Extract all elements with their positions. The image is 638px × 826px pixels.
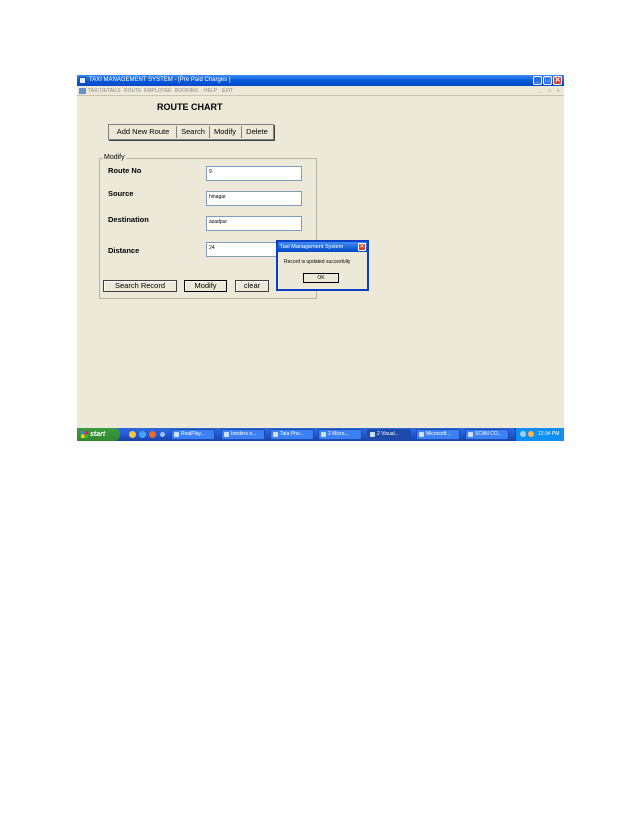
scan-icon bbox=[468, 432, 473, 437]
route-no-input[interactable]: 9 bbox=[206, 166, 302, 181]
tab-search[interactable]: Search bbox=[177, 125, 209, 139]
distance-label: Distance bbox=[108, 246, 140, 255]
title-bar[interactable]: TAXI MANAGEMENT SYSTEM - [Pre Paid Charg… bbox=[77, 75, 564, 86]
maximize-button[interactable]: □ bbox=[543, 76, 552, 85]
ok-button[interactable]: OK bbox=[303, 273, 339, 283]
paint-icon bbox=[419, 432, 424, 437]
page-title: ROUTE CHART bbox=[157, 102, 223, 112]
dialog-close-button[interactable]: ✕ bbox=[358, 243, 366, 251]
taskbar-item-scan-co[interactable]: SCAN CO... bbox=[465, 429, 509, 440]
mdi-restore-button[interactable]: □ bbox=[548, 86, 551, 96]
taskbar-item-microsoft[interactable]: Microsoft... bbox=[416, 429, 460, 440]
modify-group-label: Modify bbox=[103, 154, 126, 161]
menu-route[interactable]: ROUTE bbox=[124, 86, 142, 96]
dialog-message: Record is updated succesfully bbox=[284, 259, 351, 265]
taskbar-item-borders[interactable]: borders o... bbox=[221, 429, 265, 440]
mdi-close-button[interactable]: x bbox=[557, 86, 560, 96]
source-label: Source bbox=[108, 189, 134, 198]
task-label: 2 Visual... bbox=[377, 431, 399, 437]
expand-quick-launch-icon[interactable] bbox=[160, 432, 165, 437]
task-label: Microsoft... bbox=[426, 431, 451, 437]
taskbar-item-visual-basic[interactable]: 2 Visual... bbox=[367, 429, 411, 440]
system-tray: 12:34 PM bbox=[515, 428, 564, 441]
dialog-title-bar[interactable]: Taxi Management System ✕ bbox=[278, 242, 367, 252]
taskbar-item-microsoft-group[interactable]: 2 Micro... bbox=[318, 429, 362, 440]
tab-delete[interactable]: Delete bbox=[242, 125, 272, 139]
tab-add-new-route[interactable]: Add New Route bbox=[111, 125, 175, 139]
task-label: Tata Pho... bbox=[280, 431, 304, 437]
task-label: 2 Micro... bbox=[328, 431, 349, 437]
document-icon bbox=[321, 432, 326, 437]
menu-bar: TAXI DETAILS ROUTE EMPLOYEE BOOKING HELP… bbox=[77, 86, 564, 96]
phone-icon bbox=[273, 432, 278, 437]
tab-modify[interactable]: Modify bbox=[210, 125, 240, 139]
dialog-title: Taxi Management System bbox=[280, 244, 344, 250]
message-dialog: Taxi Management System ✕ Record is updat… bbox=[276, 240, 369, 291]
window-title: TAXI MANAGEMENT SYSTEM - [Pre Paid Charg… bbox=[89, 77, 231, 83]
app-icon bbox=[79, 77, 86, 84]
minimize-button[interactable]: _ bbox=[533, 76, 542, 85]
clear-button[interactable]: clear bbox=[235, 280, 269, 292]
task-label: SCAN CO... bbox=[475, 431, 502, 437]
modify-button[interactable]: Modify bbox=[184, 280, 227, 292]
destination-input[interactable]: azadpur bbox=[206, 216, 302, 231]
task-label: borders o... bbox=[231, 431, 257, 437]
menu-employee[interactable]: EMPLOYEE bbox=[144, 86, 172, 96]
menu-help[interactable]: HELP bbox=[204, 86, 217, 96]
clock: 12:34 PM bbox=[538, 431, 560, 437]
taskbar: start RealPlay... borders o... Tata Pho.… bbox=[77, 428, 564, 441]
internet-explorer-icon[interactable] bbox=[139, 431, 146, 438]
source-input[interactable]: hinagar bbox=[206, 191, 302, 206]
mdi-child-icon bbox=[79, 88, 86, 94]
menu-taxi-details[interactable]: TAXI DETAILS bbox=[88, 86, 121, 96]
close-button[interactable]: ✕ bbox=[553, 76, 562, 85]
media-player-icon[interactable] bbox=[149, 431, 156, 438]
network-icon[interactable] bbox=[520, 431, 526, 437]
browser-icon bbox=[224, 432, 229, 437]
menu-exit[interactable]: EXIT bbox=[222, 86, 233, 96]
search-record-button[interactable]: Search Record bbox=[103, 280, 177, 292]
security-icon[interactable] bbox=[528, 431, 534, 437]
menu-booking[interactable]: BOOKING bbox=[175, 86, 198, 96]
realplayer-icon bbox=[174, 432, 179, 437]
taskbar-item-realplayer[interactable]: RealPlay... bbox=[171, 429, 215, 440]
taskbar-item-tata-phone[interactable]: Tata Pho... bbox=[270, 429, 314, 440]
quick-launch-icon[interactable] bbox=[129, 431, 136, 438]
task-label: RealPlay... bbox=[181, 431, 205, 437]
route-no-label: Route No bbox=[108, 166, 142, 175]
route-tab-bar: Add New Route Search Modify Delete bbox=[108, 124, 274, 140]
mdi-minimize-button[interactable]: _ bbox=[539, 86, 542, 96]
application-window: TAXI MANAGEMENT SYSTEM - [Pre Paid Charg… bbox=[77, 75, 564, 441]
visual-basic-icon bbox=[370, 432, 375, 437]
windows-logo-icon bbox=[81, 431, 88, 438]
destination-label: Destination bbox=[108, 215, 149, 224]
